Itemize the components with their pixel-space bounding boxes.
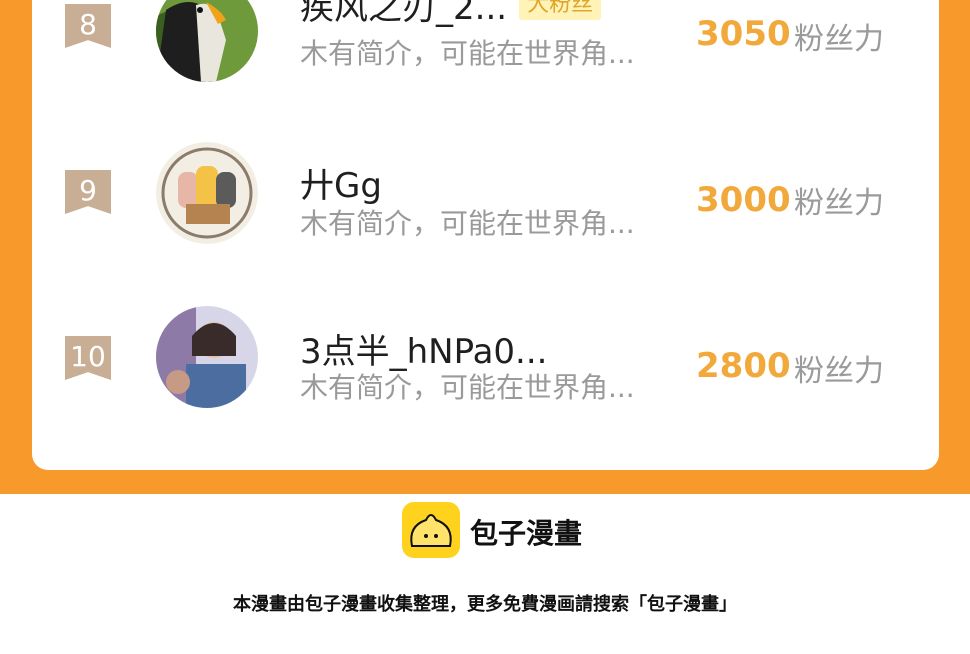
ranking-row[interactable]: 10 3点半_hNPa0... 木有简介，可能在世界角... 2800 粉丝力 [32, 296, 939, 426]
fan-score-unit: 粉丝力 [794, 22, 884, 57]
user-avatar[interactable] [156, 306, 258, 408]
rank-badge: 10 [65, 336, 111, 380]
user-description: 木有简介，可能在世界角... [300, 37, 635, 70]
fan-ranking-card: 8 疾风之刃_2... 大粉丝 木有简介，可能在世界角... 3050 粉丝力 … [32, 0, 939, 470]
brand-name: 包子漫畫 [470, 517, 583, 550]
rank-badge: 9 [65, 170, 111, 214]
user-description: 木有简介，可能在世界角... [300, 371, 635, 404]
user-avatar[interactable] [156, 0, 258, 82]
user-name[interactable]: 廾Gg [300, 158, 382, 207]
fan-score: 3050 [696, 14, 791, 54]
ranking-row[interactable]: 9 廾Gg 木有简介，可能在世界角... 3000 粉丝力 [32, 130, 939, 260]
source-note: 本漫畫由包子漫畫收集整理，更多免費漫画請搜索「包子漫畫」 [233, 594, 737, 615]
fan-score-unit: 粉丝力 [794, 186, 884, 221]
ranking-row[interactable]: 8 疾风之刃_2... 大粉丝 木有简介，可能在世界角... 3050 粉丝力 [32, 0, 939, 96]
user-description: 木有简介，可能在世界角... [300, 207, 635, 240]
rank-badge: 8 [65, 4, 111, 48]
fan-score: 3000 [696, 180, 791, 220]
fan-score: 2800 [696, 346, 791, 386]
bun-logo-icon [402, 502, 460, 558]
user-name[interactable]: 疾风之刃_2... [300, 0, 507, 29]
user-avatar[interactable] [156, 142, 258, 244]
fan-score-unit: 粉丝力 [794, 354, 884, 389]
big-fan-badge: 大粉丝 [519, 0, 602, 20]
